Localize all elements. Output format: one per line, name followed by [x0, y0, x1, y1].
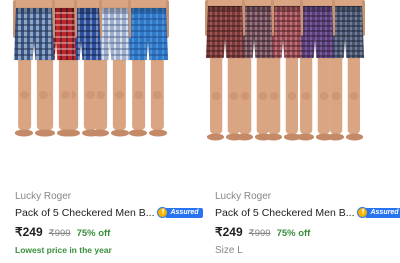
- model-figure: [205, 0, 245, 141]
- brand-name: Lucky Roger: [215, 191, 272, 202]
- selling-price: ₹249: [215, 225, 243, 239]
- product-card-1[interactable]: Lucky Roger Pack of 5 Checkered Men B...…: [0, 0, 203, 263]
- size-label: Size L: [215, 245, 243, 256]
- models-group-left: [13, 0, 169, 137]
- assured-label: Assured: [366, 207, 400, 218]
- discount-percent: 75% off: [76, 228, 111, 239]
- assured-badge: f Assured: [357, 207, 400, 218]
- price-note: Lowest price in the year: [15, 245, 112, 255]
- model-figure: [13, 0, 55, 137]
- discount-percent: 75% off: [276, 228, 311, 239]
- selling-price: ₹249: [15, 225, 43, 239]
- product-card-2[interactable]: Lucky Roger Pack of 5 Checkered Men B...…: [200, 0, 400, 263]
- original-price: ₹999: [48, 228, 71, 239]
- product-image-2[interactable]: [200, 0, 400, 182]
- original-price: ₹999: [248, 228, 271, 239]
- models-group-right: [205, 0, 365, 141]
- brand-name: Lucky Roger: [15, 191, 72, 202]
- assured-label: Assured: [166, 207, 203, 218]
- assured-badge: f Assured: [157, 207, 203, 218]
- product-title[interactable]: Pack of 5 Checkered Men B...: [15, 207, 154, 219]
- product-image-1[interactable]: [0, 0, 200, 182]
- model-figure: [127, 0, 169, 137]
- product-title[interactable]: Pack of 5 Checkered Men B...: [215, 207, 354, 219]
